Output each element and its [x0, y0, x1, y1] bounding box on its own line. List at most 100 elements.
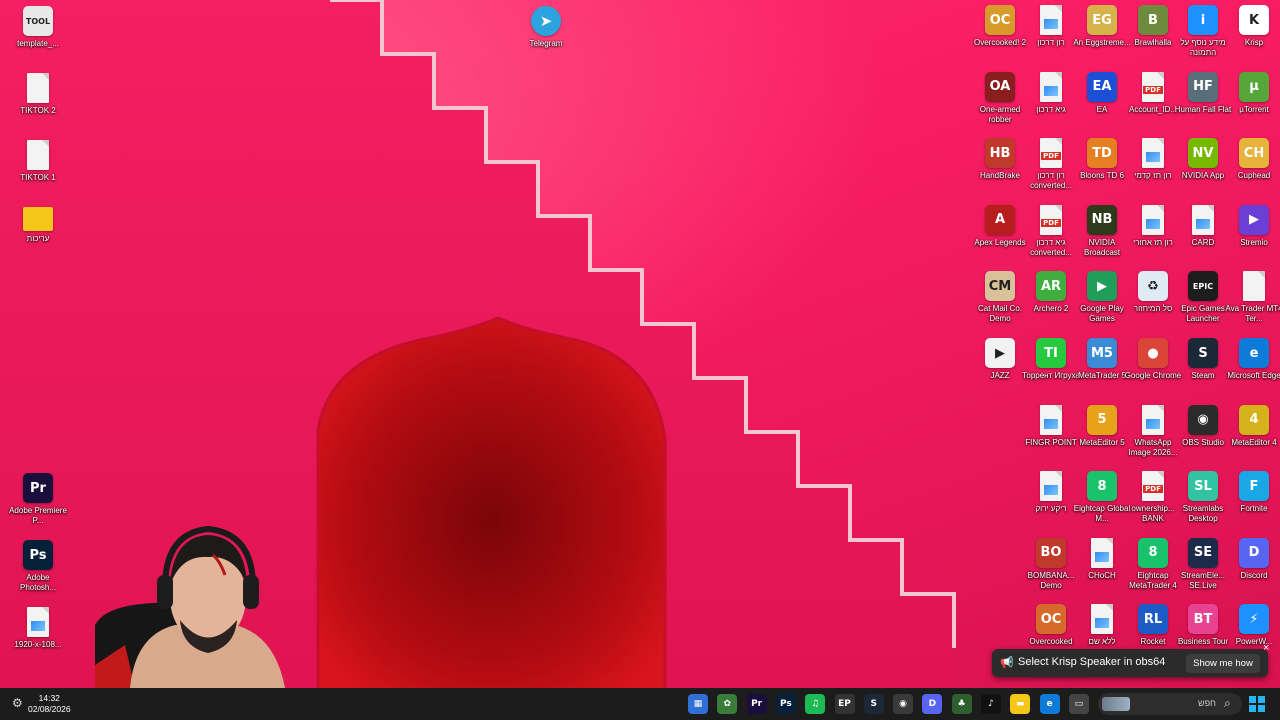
- desktop-icon-label: Microsoft Edge: [1227, 371, 1280, 380]
- pdf-file-icon: PDF: [1040, 138, 1062, 169]
- edge-taskbar-icon[interactable]: e: [1039, 694, 1060, 714]
- tiktok-taskbar-icon[interactable]: ♪: [981, 694, 1001, 714]
- recycle-bin-icon: ♻: [1138, 271, 1168, 302]
- metatrader5-icon: M5: [1087, 338, 1117, 368]
- image-file-icon: [1040, 5, 1062, 35]
- image-file-icon: [1142, 138, 1164, 169]
- krisp-notification-toast[interactable]: 📢 Select Krisp Speaker in obs64 Show me …: [992, 642, 1269, 677]
- desktop-icon-label: Cuphead: [1237, 171, 1271, 181]
- clock-time: 14:32: [38, 693, 60, 703]
- rocket-league-icon: RL: [1138, 604, 1168, 635]
- start-button[interactable]: [1249, 696, 1265, 712]
- krisp-icon: K: [1239, 5, 1269, 35]
- game-taskbar-icon[interactable]: ♣: [951, 694, 972, 714]
- steam-taskbar-icon[interactable]: S: [863, 694, 884, 714]
- text-file-icon: [27, 73, 49, 103]
- app-green-taskbar-icon[interactable]: ✿: [717, 694, 738, 714]
- telegram-desktop-icon[interactable]: ➤ Telegram: [516, 6, 576, 49]
- handbrake-icon: HB: [985, 138, 1015, 169]
- webcam-overlay: [95, 525, 315, 688]
- desktop-icon[interactable]: F Fortnite: [1224, 471, 1280, 514]
- desktop-icon[interactable]: µ µTorrent: [1224, 71, 1280, 115]
- close-icon[interactable]: ×: [1263, 642, 1269, 654]
- photoshop-taskbar-icon[interactable]: Ps: [775, 694, 796, 714]
- discord-icon: D: [1239, 537, 1269, 568]
- desktop-icon[interactable]: Ava Trader MT4 Ter...: [1224, 271, 1280, 324]
- desktop-icon-label: Stremio: [1240, 237, 1268, 247]
- desktop-icon-label: Adobe Photosh...: [19, 573, 57, 592]
- desktop-icon-label: Krisp: [1244, 38, 1264, 47]
- bombana-icon: BO: [1036, 537, 1066, 568]
- overcooked-icon: OC: [1036, 604, 1066, 635]
- desktop-icon[interactable]: CH Cuphead: [1224, 138, 1280, 181]
- megaphone-icon: 📢: [1000, 657, 1014, 669]
- torrent-igruha-icon: TI: [1036, 338, 1066, 368]
- settings-icon[interactable]: ⚙: [12, 696, 23, 710]
- obs-taskbar-icon[interactable]: ◉: [893, 694, 914, 714]
- archero-icon: AR: [1036, 271, 1066, 302]
- desktop-icon-label: Ava Trader MT4 Ter...: [1225, 304, 1280, 324]
- pdf-file-icon: PDF: [1142, 471, 1164, 502]
- search-box[interactable]: חפש ⌕: [1098, 693, 1242, 715]
- eightcap-icon: 8: [1087, 471, 1117, 502]
- text-file-icon: [1243, 271, 1265, 302]
- discord-taskbar-icon[interactable]: D: [922, 694, 943, 714]
- eightcap-mt4-icon: 8: [1138, 537, 1168, 568]
- desktop-icon-label: Fortnite: [1240, 504, 1268, 514]
- clock[interactable]: 14:32 02/08/2026: [28, 693, 71, 715]
- desktop-icon[interactable]: e Microsoft Edge: [1224, 338, 1280, 381]
- desktop-icon[interactable]: 4 MetaEditor 4: [1224, 404, 1280, 448]
- show-me-how-button[interactable]: Show me how: [1186, 654, 1260, 673]
- cat-mail-icon: CM: [985, 271, 1015, 302]
- desktop-icon[interactable]: TOOL template_...: [8, 6, 68, 49]
- search-placeholder: חפש: [1198, 698, 1216, 708]
- bloons-icon: TD: [1087, 138, 1117, 169]
- steam-icon: S: [1188, 338, 1218, 368]
- cuphead-icon: CH: [1239, 138, 1269, 169]
- desktop-icon[interactable]: TIKTOK 1: [8, 140, 68, 183]
- info-icon: i: [1188, 5, 1218, 35]
- desktop-icon-label: PowerW...: [1235, 637, 1273, 647]
- telegram-icon: ➤: [531, 6, 561, 36]
- nvidia-icon: NV: [1188, 138, 1218, 169]
- desktop-icon[interactable]: Ps Adobe Photosh...: [8, 540, 68, 593]
- desktop-icon[interactable]: D Discord: [1224, 537, 1280, 581]
- business-tour-icon: BT: [1188, 604, 1218, 635]
- notification-text: Select Krisp Speaker in obs64: [1018, 656, 1166, 668]
- image-file-icon: [1091, 537, 1113, 568]
- epic-taskbar-icon[interactable]: EP: [834, 694, 855, 714]
- search-thumbnail: [1102, 697, 1130, 711]
- text-file-icon: [27, 140, 49, 170]
- image-file-icon: [1142, 204, 1164, 235]
- desktop-icon[interactable]: 1920-x-108...: [8, 607, 68, 650]
- ea-icon: EA: [1087, 71, 1117, 102]
- fortnite-icon: F: [1239, 471, 1269, 502]
- spotify-taskbar-icon[interactable]: ♫: [805, 694, 826, 714]
- desktop-icon[interactable]: Pr Adobe Premiere P...: [8, 473, 68, 526]
- desktop-icon[interactable]: K Krisp: [1224, 5, 1280, 48]
- google-play-games-icon: ▶: [1087, 271, 1117, 302]
- desktop-icon-label: Discord: [1240, 570, 1268, 580]
- desktop-icon-label: Telegram: [529, 39, 563, 48]
- metaeditor5-icon: 5: [1087, 404, 1117, 435]
- task-view-taskbar-icon[interactable]: ▭: [1068, 694, 1089, 714]
- chrome-icon: ●: [1138, 338, 1168, 368]
- desktop-icon[interactable]: TIKTOK 2: [8, 73, 68, 116]
- metaeditor4-icon: 4: [1239, 404, 1269, 435]
- pdf-file-icon: PDF: [1040, 204, 1062, 235]
- tool-app-icon: TOOL: [23, 6, 53, 36]
- jazz-icon: ▶: [985, 338, 1015, 368]
- desktop-icon[interactable]: ▶ Stremio: [1224, 204, 1280, 248]
- image-file-icon: [1040, 471, 1062, 502]
- calculator-taskbar-icon[interactable]: ▦: [688, 694, 708, 714]
- taskbar: ⚙ 14:32 02/08/2026 ▦ ✿ Pr Ps ♫ EP S ◉ D ♣ ♪ ▬ e ▭ חפש…: [0, 688, 1280, 720]
- desktop-icon-label: template_...: [17, 39, 59, 48]
- desktop-icon[interactable]: עריכות: [8, 207, 68, 244]
- image-file-icon: [1091, 604, 1113, 635]
- explorer-taskbar-icon[interactable]: ▬: [1010, 694, 1031, 714]
- desktop-icon-label: TIKTOK 2: [20, 106, 56, 115]
- desktop-icon[interactable]: ⚡ PowerW...: [1224, 604, 1280, 647]
- windows-logo-icon: [1249, 696, 1256, 703]
- premiere-taskbar-icon[interactable]: Pr: [746, 694, 767, 714]
- image-file-icon: [1040, 404, 1062, 435]
